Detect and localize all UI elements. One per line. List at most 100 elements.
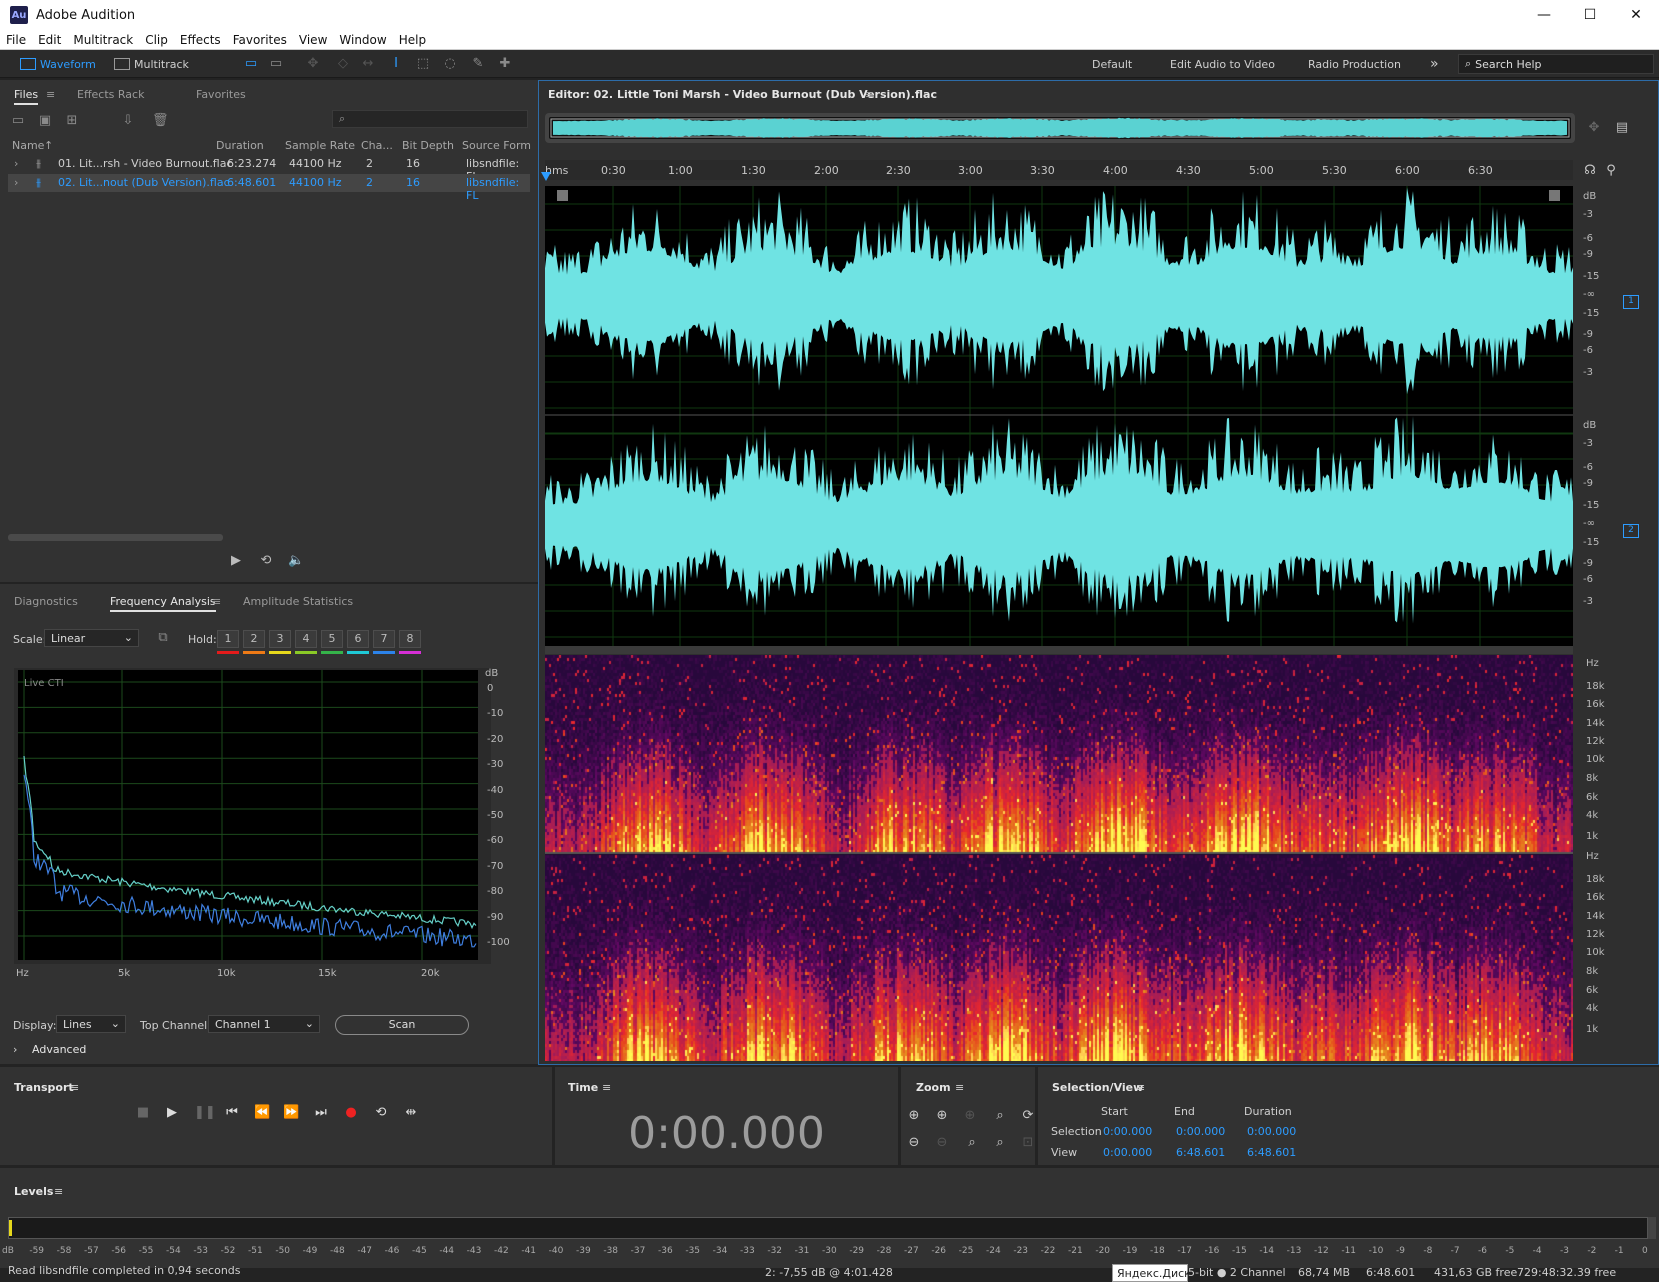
hold-button-6[interactable]: 6 <box>347 630 369 648</box>
headphones-icon[interactable]: ☊ <box>1582 163 1598 179</box>
selection-start[interactable]: 0:00.000 <box>1103 1125 1152 1138</box>
col-source-format[interactable]: Source Form <box>462 139 531 152</box>
lasso-tool-icon[interactable]: ◌ <box>442 56 458 72</box>
zoom-in-right-icon[interactable]: ⌕ <box>992 1135 1008 1151</box>
zoom-full-icon[interactable]: ⊡ <box>1020 1135 1036 1151</box>
view-duration[interactable]: 6:48.601 <box>1247 1146 1296 1159</box>
hold-button-5[interactable]: 5 <box>321 630 343 648</box>
tab-favorites[interactable]: Favorites <box>196 88 246 101</box>
stop-icon[interactable]: ■ <box>135 1105 151 1121</box>
tab-files[interactable]: Files <box>14 88 39 105</box>
channel-2-enable[interactable]: 2 <box>1623 524 1639 538</box>
zoom-in-at-playhead-icon[interactable]: ⊕ <box>962 1108 978 1124</box>
hold-button-3[interactable]: 3 <box>269 630 291 648</box>
menu-file[interactable]: File <box>0 33 32 47</box>
pitch-display-icon[interactable]: ▭ <box>268 56 284 72</box>
clip-indicator[interactable] <box>1648 1217 1656 1239</box>
display-dropdown[interactable]: Lines ⌄ <box>56 1015 126 1033</box>
menu-multitrack[interactable]: Multitrack <box>67 33 139 47</box>
close-button[interactable]: ✕ <box>1613 0 1659 30</box>
tab-diagnostics[interactable]: Diagnostics <box>14 595 78 608</box>
tab-effects-rack[interactable]: Effects Rack <box>77 88 144 101</box>
file-row-selected[interactable]: › ⫵ 02. Lit...nout (Dub Version).flac 6:… <box>8 174 530 202</box>
workspace-edit-audio-to-video[interactable]: Edit Audio to Video <box>1170 54 1275 74</box>
menu-favorites[interactable]: Favorites <box>227 33 293 47</box>
file-row[interactable]: › ⫵ 01. Lit...rsh - Video Burnout.flac 6… <box>8 155 530 183</box>
marquee-tool-icon[interactable]: ⬚ <box>415 56 431 72</box>
col-bit-depth[interactable]: Bit Depth <box>402 139 454 152</box>
zoom-to-selection-icon[interactable]: ⌕ <box>992 1108 1008 1124</box>
view-start[interactable]: 0:00.000 <box>1103 1146 1152 1159</box>
delete-file-icon[interactable]: 🗑 <box>152 113 169 129</box>
selection-view-menu-icon[interactable]: ≡ <box>1136 1081 1145 1094</box>
slip-tool-icon[interactable]: ↔ <box>360 56 376 72</box>
selection-end[interactable]: 0:00.000 <box>1176 1125 1225 1138</box>
play-icon[interactable]: ▶ <box>164 1105 180 1121</box>
col-name[interactable]: Name <box>12 139 44 152</box>
workspace-default[interactable]: Default <box>1092 54 1132 74</box>
new-file-icon[interactable]: ⊞ <box>64 113 80 129</box>
autoplay-icon[interactable]: 🔈 <box>288 553 304 569</box>
play-preview-icon[interactable]: ▶ <box>228 553 244 569</box>
multitrack-view-button[interactable]: Multitrack <box>114 54 189 74</box>
fade-in-handle[interactable] <box>557 190 568 201</box>
hold-button-2[interactable]: 2 <box>243 630 265 648</box>
menu-view[interactable]: View <box>293 33 333 47</box>
col-duration[interactable]: Duration <box>216 139 264 152</box>
files-hscrollbar[interactable] <box>8 534 223 541</box>
time-selection-tool-icon[interactable]: I <box>388 56 404 72</box>
scan-button[interactable]: Scan <box>335 1015 469 1035</box>
time-display[interactable]: 0:00.000 <box>555 1108 898 1159</box>
zoom-menu-icon[interactable]: ≡ <box>955 1081 964 1094</box>
menu-effects[interactable]: Effects <box>174 33 227 47</box>
hold-button-8[interactable]: 8 <box>399 630 421 648</box>
col-sample-rate[interactable]: Sample Rate <box>285 139 355 152</box>
brush-tool-icon[interactable]: ✎ <box>470 56 486 72</box>
tab-frequency-analysis[interactable]: Frequency Analysis <box>110 595 216 612</box>
waveform-display[interactable] <box>545 186 1573 646</box>
waveform-view-button[interactable]: Waveform <box>20 54 96 74</box>
go-to-start-icon[interactable]: ⏮ <box>224 1105 240 1121</box>
channel-1-enable[interactable]: 1 <box>1623 295 1639 309</box>
hold-button-7[interactable]: 7 <box>373 630 395 648</box>
files-search-input[interactable]: ⌕ <box>332 110 528 128</box>
expand-chevron-icon[interactable]: › <box>14 176 18 189</box>
search-help-field[interactable]: ⌕ Search Help <box>1458 54 1654 74</box>
move-tool-icon[interactable]: ✥ <box>305 56 321 72</box>
zoom-to-selection-icon[interactable]: ✥ <box>1586 120 1602 136</box>
waveform-spectral-divider[interactable] <box>545 646 1573 654</box>
record-icon[interactable]: ● <box>343 1105 359 1121</box>
open-file-icon[interactable]: ▭ <box>10 113 26 129</box>
skip-selection-icon[interactable]: ⇹ <box>403 1105 419 1121</box>
zoom-reset-icon[interactable]: ⟳ <box>1020 1108 1036 1124</box>
advanced-settings-icon[interactable]: ⧉ <box>155 630 171 646</box>
zoom-in-time-icon[interactable]: ⊕ <box>934 1108 950 1124</box>
menu-window[interactable]: Window <box>333 33 392 47</box>
spot-healing-tool-icon[interactable]: ✚ <box>497 56 513 72</box>
hold-button-4[interactable]: 4 <box>295 630 317 648</box>
insert-into-multitrack-icon[interactable]: ⇩ <box>120 113 136 129</box>
go-to-end-icon[interactable]: ⏭ <box>313 1105 329 1121</box>
zoom-in-left-icon[interactable]: ⌕ <box>964 1135 980 1151</box>
minimize-button[interactable]: — <box>1521 0 1567 30</box>
hold-button-1[interactable]: 1 <box>217 630 239 648</box>
freq-panel-menu-icon[interactable]: ≡ <box>212 595 221 608</box>
razor-tool-icon[interactable]: ◇ <box>335 56 351 72</box>
advanced-toggle[interactable]: Advanced <box>32 1043 86 1056</box>
spectral-display-icon[interactable]: ▭ <box>243 56 259 72</box>
maximize-button[interactable]: ☐ <box>1567 0 1613 30</box>
scale-dropdown[interactable]: Linear ⌄ <box>44 629 139 647</box>
time-menu-icon[interactable]: ≡ <box>602 1081 611 1094</box>
pause-icon[interactable]: ❚❚ <box>194 1105 216 1121</box>
zoom-out-amplitude-icon[interactable]: ⊖ <box>906 1135 922 1151</box>
zoom-in-amplitude-icon[interactable]: ⊕ <box>906 1108 922 1124</box>
editor-options-icon[interactable]: ▤ <box>1614 120 1630 136</box>
expand-chevron-icon[interactable]: › <box>14 157 18 170</box>
advanced-chevron-icon[interactable]: › <box>13 1043 17 1056</box>
selection-duration[interactable]: 0:00.000 <box>1247 1125 1296 1138</box>
fast-forward-icon[interactable]: ⏩ <box>283 1105 299 1121</box>
fade-out-handle[interactable] <box>1549 190 1560 201</box>
loop-preview-icon[interactable]: ⟲ <box>258 553 274 569</box>
more-workspaces-button[interactable]: » <box>1430 54 1439 74</box>
workspace-radio-production[interactable]: Radio Production <box>1308 54 1401 74</box>
